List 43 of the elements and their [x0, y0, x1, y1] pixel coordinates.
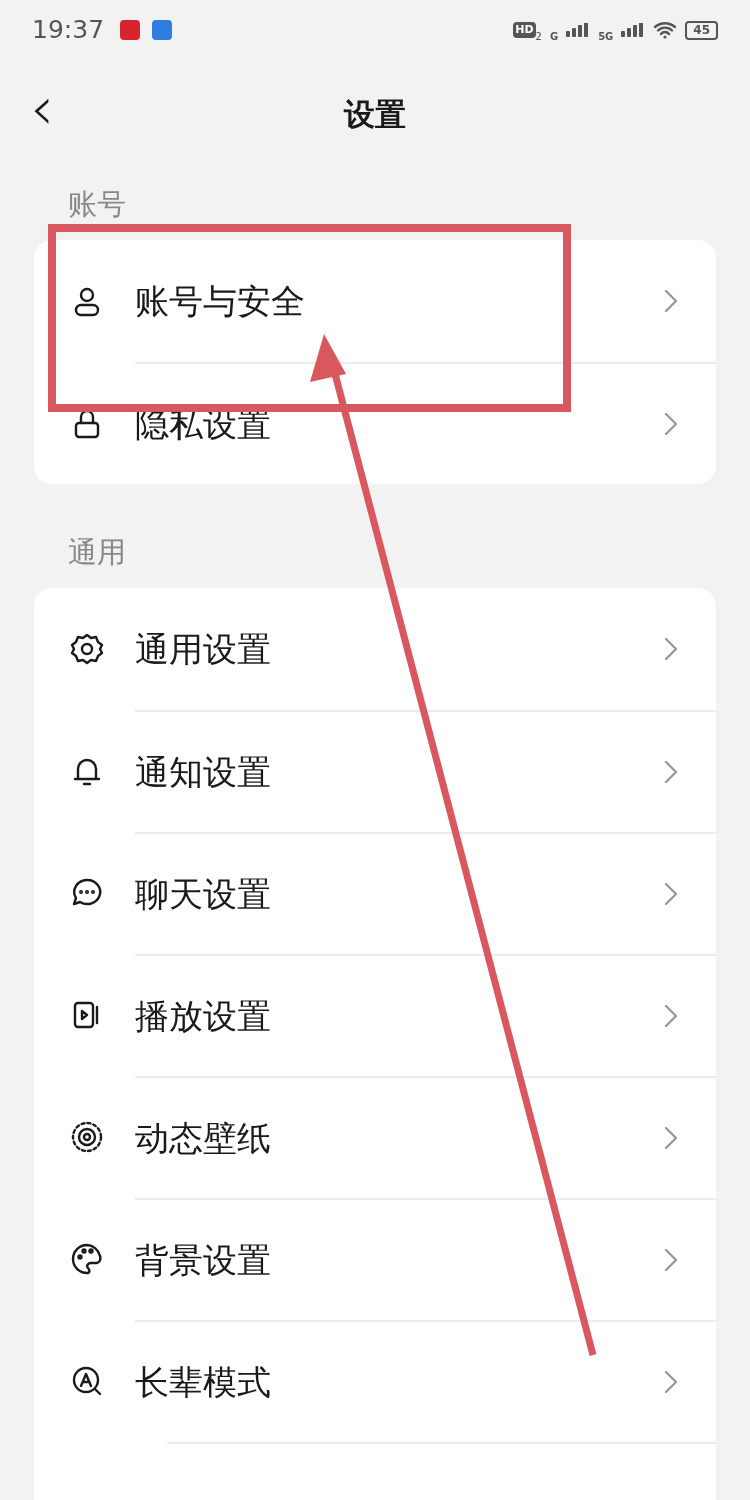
- signal-icon: [621, 23, 646, 37]
- back-button[interactable]: ‹: [30, 78, 54, 138]
- chevron-icon: [664, 1126, 678, 1150]
- chevron-icon: [664, 760, 678, 784]
- chevron-icon: [664, 412, 678, 436]
- app-icon: [120, 20, 141, 40]
- settings-row[interactable]: 长辈模式: [34, 1320, 716, 1442]
- wifi-icon: [653, 21, 678, 39]
- hd-subscript: 2: [535, 29, 542, 44]
- chevron-icon: [664, 1248, 678, 1272]
- row-label: 通用设置: [135, 627, 271, 671]
- palette-icon: [69, 1241, 105, 1277]
- chevron-icon: [664, 1370, 678, 1394]
- row-label: 账号与安全: [135, 279, 305, 323]
- battery-indicator: 45: [685, 20, 718, 40]
- network-label: 5G: [598, 29, 614, 44]
- settings-row[interactable]: 通用设置: [34, 588, 716, 710]
- row-label: 聊天设置: [135, 872, 271, 916]
- settings-row[interactable]: 通知设置: [34, 710, 716, 832]
- settings-row[interactable]: 背景设置: [34, 1198, 716, 1320]
- hd-badge: HD: [513, 21, 536, 39]
- row-label: 长辈模式: [135, 1360, 271, 1404]
- settings-row[interactable]: 动态壁纸: [34, 1076, 716, 1198]
- chevron-icon: [664, 637, 678, 661]
- section-label: 账号: [68, 186, 126, 224]
- chevron-icon: [664, 289, 678, 313]
- page-title: 设置: [344, 94, 406, 134]
- section-label: 通用: [68, 534, 126, 572]
- network-label: G: [549, 29, 559, 44]
- chevron-icon: [664, 882, 678, 906]
- settings-row[interactable]: 播放设置: [34, 954, 716, 1076]
- row-label: 通知设置: [135, 750, 271, 794]
- row-label: 播放设置: [135, 994, 271, 1038]
- settings-row[interactable]: 聊天设置: [34, 832, 716, 954]
- app-icon: [152, 20, 173, 40]
- status-time: 19:37: [32, 14, 105, 47]
- settings-row[interactable]: 账号与安全: [34, 240, 716, 362]
- row-label: 背景设置: [135, 1238, 271, 1282]
- chevron-icon: [664, 1004, 678, 1028]
- row-label: 动态壁纸: [135, 1116, 271, 1160]
- settings-icon: [69, 631, 105, 667]
- target-icon: [69, 1119, 105, 1155]
- signal-icon: [566, 23, 591, 37]
